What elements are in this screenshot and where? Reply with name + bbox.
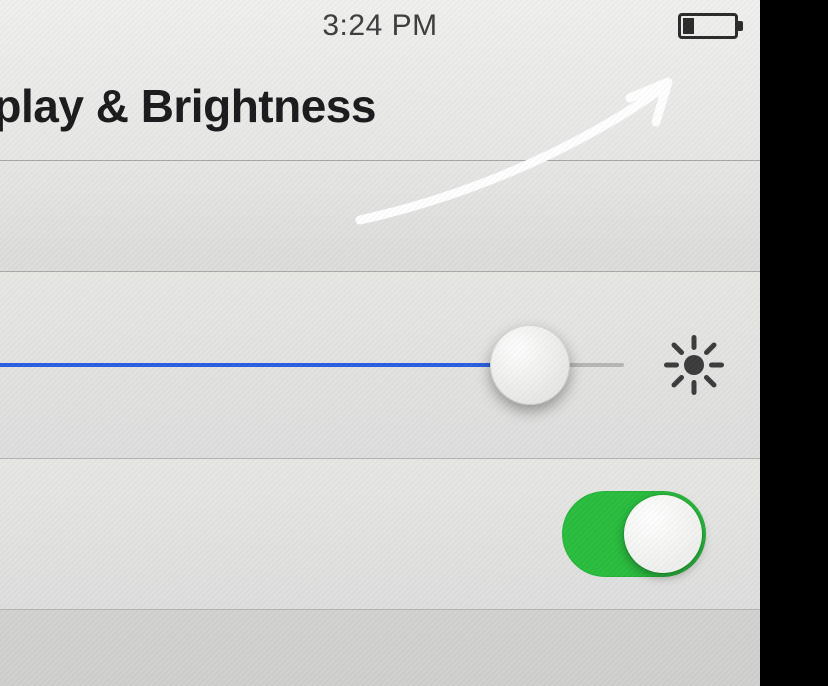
- auto-brightness-row[interactable]: ss: [0, 459, 760, 610]
- brightness-slider-row: [0, 272, 760, 459]
- settings-screen: 3:24 PM isplay & Brightness: [0, 0, 760, 686]
- battery-icon: [678, 13, 738, 39]
- battery-fill: [683, 18, 694, 34]
- brightness-max-icon: [664, 335, 724, 395]
- status-bar: 3:24 PM: [0, 0, 760, 52]
- section-spacer: [0, 161, 760, 272]
- toggle-knob: [624, 495, 702, 573]
- status-clock: 3:24 PM: [322, 9, 437, 43]
- auto-brightness-label: ss: [0, 507, 1, 561]
- auto-brightness-toggle[interactable]: [562, 491, 706, 577]
- page-title: isplay & Brightness: [0, 79, 376, 133]
- slider-thumb[interactable]: [490, 325, 570, 405]
- brightness-slider[interactable]: [0, 363, 624, 367]
- navigation-bar: isplay & Brightness: [0, 52, 760, 161]
- slider-track-fill: [0, 363, 530, 367]
